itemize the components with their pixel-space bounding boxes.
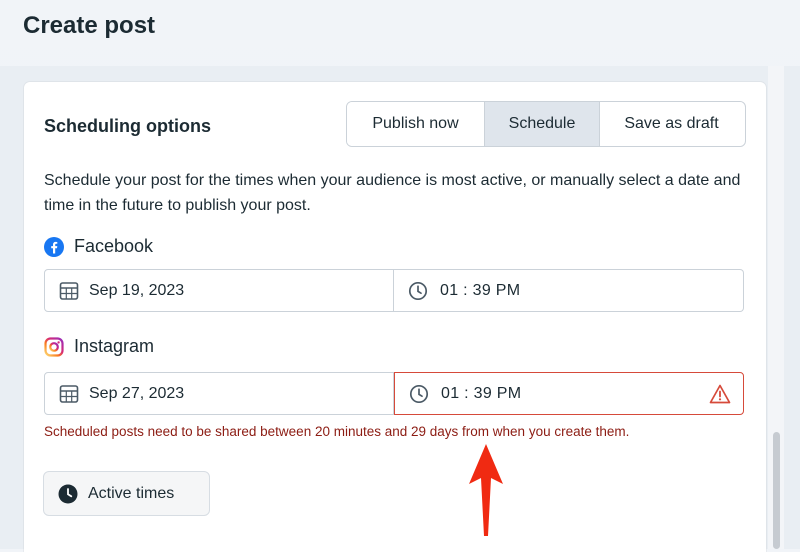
facebook-time-field[interactable]: 01 : 39 PM [394,269,744,312]
instagram-platform-label: Instagram [44,336,154,357]
scheduling-description: Schedule your post for the times when yo… [44,172,741,214]
clock-outline-icon [408,281,428,300]
instagram-time-value: 01 : 39 PM [441,384,522,402]
publish-now-button[interactable]: Publish now [347,102,484,146]
scheduling-card: Scheduling options Publish now Schedule … [24,82,766,552]
schedule-button[interactable]: Schedule [484,102,599,146]
annotation-arrow-icon [469,444,503,536]
facebook-date-value: Sep 19, 2023 [89,281,185,299]
scrollbar-thumb[interactable] [773,432,780,549]
active-times-label: Active times [88,484,175,502]
facebook-time-value: 01 : 39 PM [440,281,521,299]
instagram-icon [44,336,64,357]
facebook-label: Facebook [74,236,154,256]
vertical-scrollbar[interactable] [768,66,784,549]
calendar-icon [59,281,79,300]
page-title: Create post [23,12,156,39]
instagram-time-field[interactable]: 01 : 39 PM [394,372,744,415]
active-times-button[interactable]: Active times [43,471,210,516]
instagram-date-value: Sep 27, 2023 [89,384,185,402]
facebook-date-field[interactable]: Sep 19, 2023 [44,269,394,312]
warning-icon [709,384,731,404]
clock-outline-icon [409,384,429,403]
facebook-icon [44,236,64,257]
facebook-platform-label: Facebook [44,236,153,257]
scroll-area: Scheduling options Publish now Schedule … [0,66,800,552]
scheduling-options-title: Scheduling options [44,116,211,136]
publish-mode-selector: Publish now Schedule Save as draft [346,101,746,147]
save-as-draft-button[interactable]: Save as draft [599,102,743,146]
instagram-error-message: Scheduled posts need to be shared betwee… [44,424,630,439]
clock-icon [58,484,78,503]
instagram-date-field[interactable]: Sep 27, 2023 [44,372,394,415]
calendar-icon [59,384,79,403]
facebook-schedule-row: Sep 19, 2023 01 : 39 PM [44,269,744,312]
instagram-label: Instagram [74,336,155,356]
instagram-schedule-row: Sep 27, 2023 01 : 39 PM [44,372,744,415]
